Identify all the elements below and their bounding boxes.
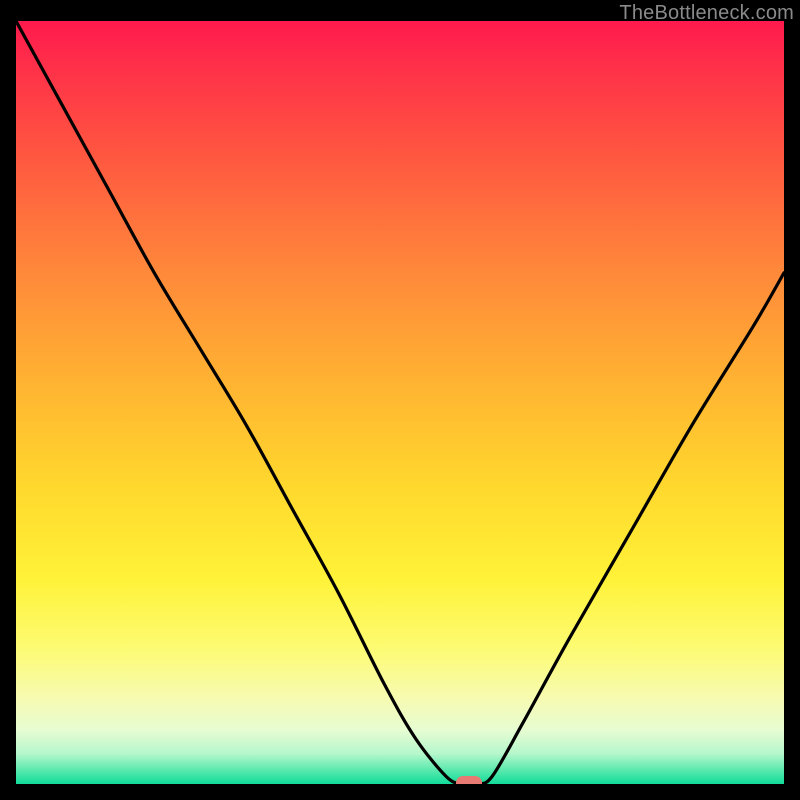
bottleneck-curve [16,21,784,784]
chart-frame: TheBottleneck.com [0,0,800,800]
optimal-marker [456,776,481,784]
watermark: TheBottleneck.com [619,2,794,25]
plot-area [16,21,784,784]
